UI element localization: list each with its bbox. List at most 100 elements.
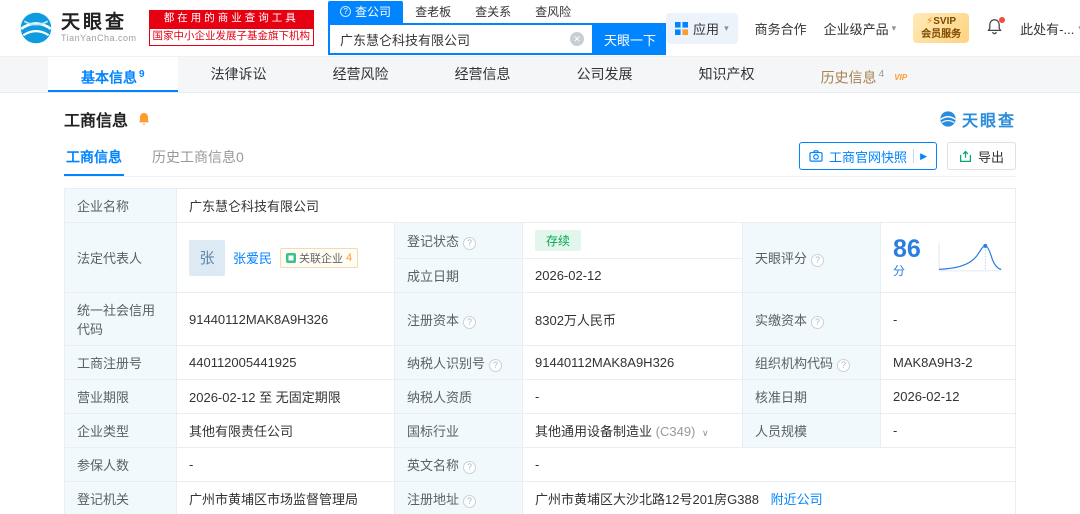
play-icon: [920, 151, 927, 162]
nav-label: 企业级产品: [823, 21, 889, 37]
subtab-history-business-info[interactable]: 历史工商信息0: [150, 139, 246, 176]
export-icon: [960, 150, 971, 162]
field-label-taxpayer-quality: 纳税人资质: [394, 379, 523, 414]
official-snapshot-button[interactable]: 工商官网快照: [799, 142, 937, 170]
tab-label: 知识产权: [698, 66, 755, 82]
help-icon[interactable]: [463, 315, 477, 329]
notification-bell-icon[interactable]: [986, 17, 1006, 38]
tianyancha-watermark-icon: [940, 111, 956, 127]
field-value-tianyan-score: 86分: [880, 222, 1016, 293]
table-row: 登记机关 广州市黄埔区市场监督管理局 注册地址 广州市黄埔区大沙北路12号201…: [64, 481, 1016, 514]
search-tab-boss[interactable]: 查老板: [403, 1, 463, 23]
field-label-insured-count: 参保人数: [64, 447, 177, 482]
field-value-org-code: MAK8A9H3-2: [880, 345, 1016, 380]
tab-operating-risk[interactable]: 经营风险: [300, 57, 422, 92]
brand-name: 天眼查: [61, 11, 128, 33]
field-label-reg-capital: 注册资本: [394, 292, 523, 346]
search-input-wrap: [328, 23, 595, 55]
help-icon[interactable]: [811, 315, 825, 329]
slogan-badge: 都在用的商业查询工具 国家中小企业发展子基金旗下机构: [148, 10, 315, 46]
tianyancha-logo[interactable]: 天眼查 TianYanCha.com: [18, 10, 137, 46]
help-icon[interactable]: [463, 495, 477, 508]
subtab-business-info[interactable]: 工商信息: [64, 139, 124, 176]
related-tag-label: 关联企业: [299, 252, 344, 265]
grid-icon: [675, 21, 689, 35]
svip-member-badge[interactable]: ⚡SVIP 会员服务: [913, 13, 970, 43]
field-label-business-term: 营业期限: [64, 379, 177, 414]
tab-operating-info[interactable]: 经营信息: [422, 57, 544, 92]
help-icon[interactable]: [463, 237, 477, 250]
search-tab-label: 查老板: [415, 5, 452, 19]
field-value-business-term: 2026-02-12 至 无固定期限: [176, 379, 395, 414]
legal-rep-avatar: 张: [189, 239, 225, 276]
search-input[interactable]: [330, 25, 593, 53]
apps-menu-label: 应用: [693, 21, 720, 37]
nav-business-cooperation[interactable]: 商务合作: [755, 19, 807, 38]
field-value-paid-capital: -: [880, 292, 1016, 346]
slogan-line1: 都在用的商业查询工具: [148, 10, 315, 28]
field-value-reg-capital: 8302万人民币: [522, 292, 743, 346]
field-label-reg-number: 工商注册号: [64, 345, 177, 380]
legal-rep-name-link[interactable]: 张爱民: [233, 248, 272, 267]
field-value-company-name: 广东慧仑科技有限公司: [176, 188, 1016, 223]
nearby-companies-link[interactable]: 附近公司: [771, 492, 823, 507]
score-unit: 分: [893, 263, 906, 278]
tab-company-development[interactable]: 公司发展: [544, 57, 666, 92]
related-company-icon: [286, 252, 297, 263]
field-label-org-code: 组织机构代码: [742, 345, 881, 380]
tianyancha-watermark: 天眼查: [939, 107, 1016, 131]
help-icon[interactable]: [489, 359, 503, 372]
export-button[interactable]: 导出: [946, 142, 1016, 170]
industry-code: (C349): [655, 424, 696, 439]
subtab-label: 历史工商信息: [152, 149, 236, 165]
search-tab-company[interactable]: 查公司: [328, 1, 404, 23]
related-tag-count: 4: [346, 251, 353, 264]
tab-legal-proceedings[interactable]: 法律诉讼: [178, 57, 300, 92]
search-block: 查公司 查老板 查关系 查风险 天眼一下: [328, 1, 667, 55]
tab-history-info[interactable]: 历史信息 4 VIP: [788, 57, 918, 92]
nav-enterprise-products[interactable]: 企业级产品: [824, 19, 897, 38]
search-tab-label: 查公司: [355, 5, 392, 19]
tab-intellectual-property[interactable]: 知识产权: [666, 57, 788, 92]
clear-search-icon[interactable]: [570, 32, 585, 46]
industry-expand-icon[interactable]: [702, 428, 709, 438]
user-menu[interactable]: 此处有-...: [1020, 19, 1080, 38]
field-label-reg-authority: 登记机关: [64, 481, 177, 514]
header-nav: 应用 商务合作 企业级产品 ⚡SVIP 会员服务 此处有-...: [666, 12, 1080, 44]
search-tab-risk[interactable]: 查风险: [523, 1, 583, 23]
field-label-taxpayer-id: 纳税人识别号: [394, 345, 523, 380]
table-row: 法定代表人 张 张爱民 关联企业 4 登记状态 存续 天: [64, 222, 1016, 293]
field-value-legal-rep: 张 张爱民 关联企业 4: [176, 222, 395, 293]
field-value-establish-date: 2026-02-12: [522, 258, 743, 293]
field-value-credit-code: 91440112MAK8A9H326: [176, 292, 395, 346]
help-icon[interactable]: [837, 359, 851, 372]
subtab-label: 工商信息: [66, 149, 122, 165]
field-value-reg-number: 440112005441925: [176, 345, 395, 380]
tab-label: 基本信息: [81, 69, 137, 86]
search-tab-relation[interactable]: 查关系: [463, 1, 523, 23]
snapshot-button-label: 工商官网快照: [829, 149, 908, 165]
field-label-reg-address: 注册地址: [394, 481, 523, 514]
apps-menu[interactable]: 应用: [666, 12, 738, 44]
help-icon[interactable]: [811, 254, 825, 267]
field-label-staff-size: 人员规模: [742, 413, 881, 448]
field-value-reg-address: 广州市黄埔区大沙北路12号201房G388 附近公司: [522, 481, 1016, 514]
tab-basic-info[interactable]: 基本信息 9: [48, 57, 178, 92]
help-icon[interactable]: [463, 461, 477, 474]
search-button[interactable]: 天眼一下: [594, 23, 667, 55]
field-label-establish-date: 成立日期: [394, 258, 523, 293]
field-value-industry: 其他通用设备制造业 (C349): [522, 413, 743, 448]
field-label-company-name: 企业名称: [64, 188, 177, 223]
monitor-bell-icon[interactable]: [136, 111, 152, 127]
subtab-row: 工商信息 历史工商信息0 工商官网快照 导出: [64, 139, 1016, 177]
business-info-table: 企业名称 广东慧仑科技有限公司 法定代表人 张 张爱民 关联企业 4 登记状态?…: [64, 188, 1016, 514]
user-name: 此处有-...: [1020, 21, 1075, 37]
field-label-tianyan-score: 天眼评分: [742, 222, 881, 293]
field-label-legal-rep: 法定代表人: [64, 222, 177, 293]
field-value-company-type: 其他有限责任公司: [176, 413, 395, 448]
business-info-section: 工商信息 天眼查 工商信息 历史工商信息0 工商官网快照 ▶ 导出 企业名称 广…: [0, 93, 1080, 514]
company-tab-bar: 基本信息 9 法律诉讼 经营风险 经营信息 公司发展 知识产权 历史信息 4 VIP: [0, 56, 1080, 93]
search-tabs: 查公司 查老板 查关系 查风险: [328, 1, 666, 23]
related-companies-tag[interactable]: 关联企业 4: [280, 247, 359, 268]
svip-sublabel: 会员服务: [921, 29, 962, 40]
